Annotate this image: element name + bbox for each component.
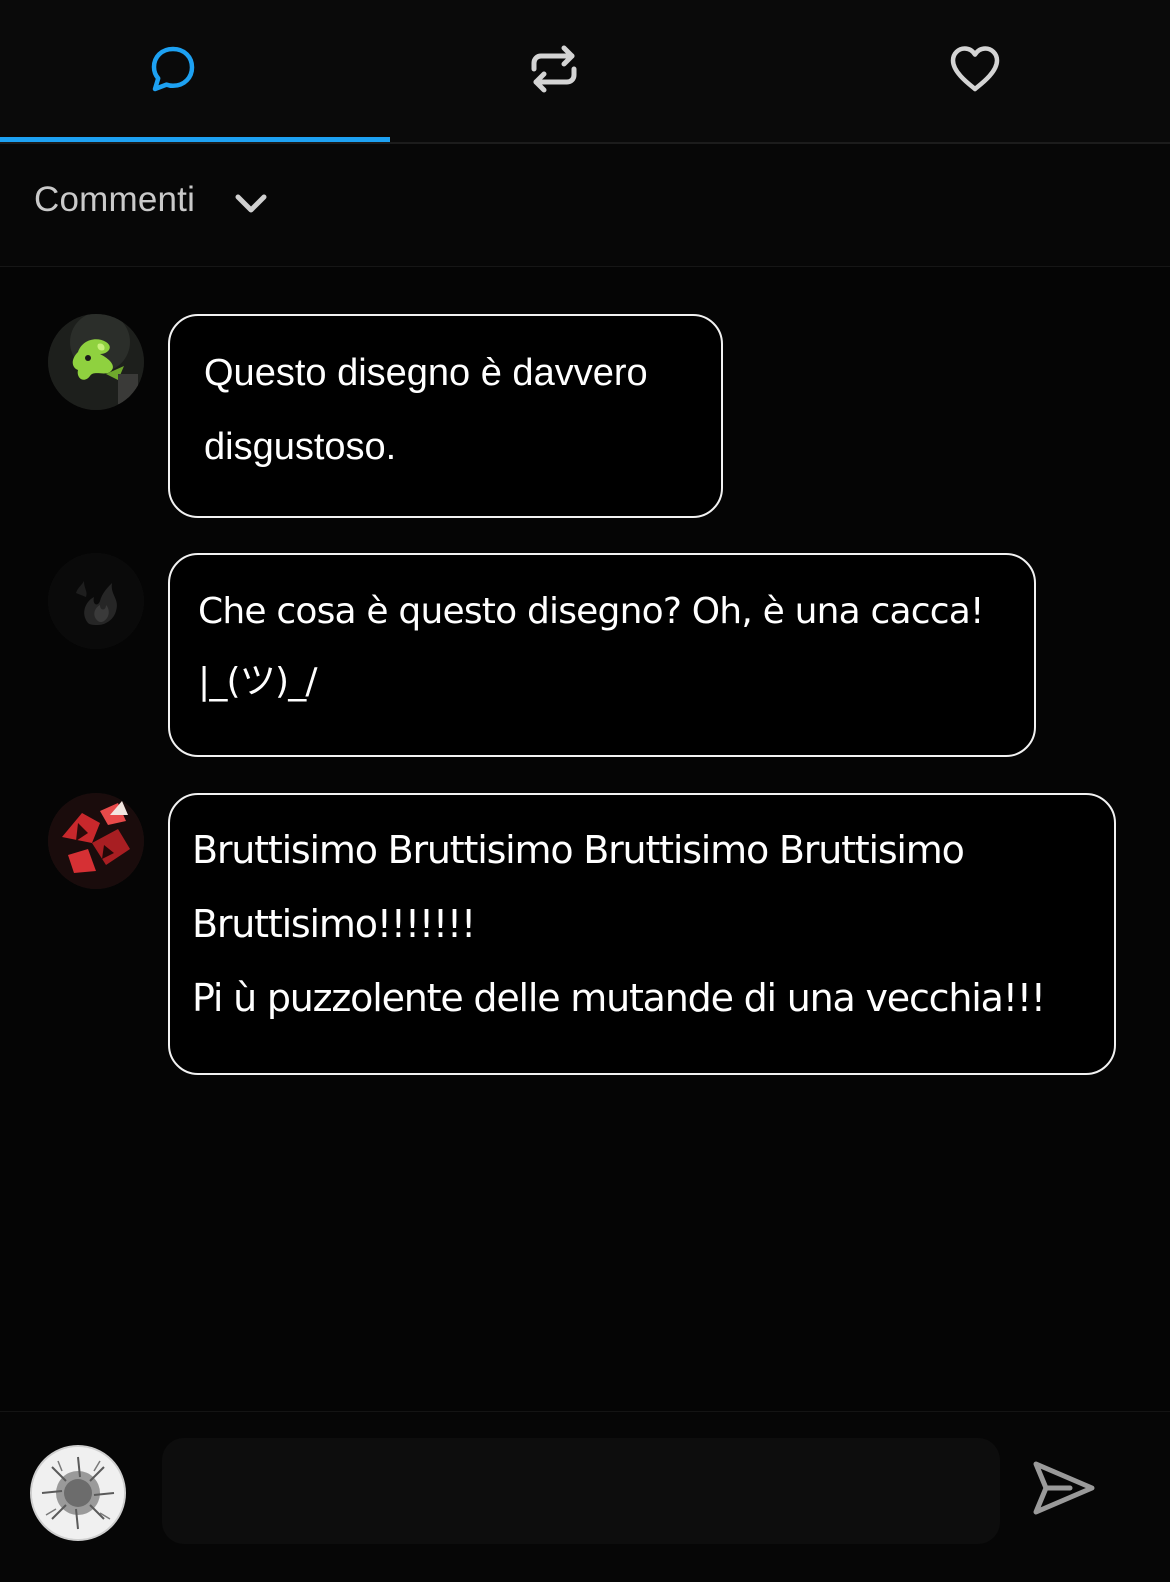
section-title: Commenti bbox=[34, 180, 196, 219]
avatar[interactable] bbox=[48, 553, 144, 649]
comment-input[interactable] bbox=[162, 1438, 1000, 1544]
comment-bubble: Che cosa è questo disegno? Oh, è una cac… bbox=[168, 553, 1036, 757]
comment-text: Che cosa è questo disegno? Oh, è una cac… bbox=[198, 591, 984, 702]
chevron-down-icon[interactable] bbox=[234, 192, 268, 216]
comment-icon bbox=[147, 43, 199, 100]
comment-text: Questo disegno è davvero disgustoso. bbox=[204, 352, 648, 468]
repost-icon bbox=[526, 41, 582, 102]
current-user-avatar[interactable] bbox=[30, 1445, 126, 1541]
comment-bubble: Bruttisimo Bruttisimo Bruttisimo Bruttis… bbox=[168, 793, 1116, 1075]
tab-likes[interactable] bbox=[780, 0, 1170, 142]
heart-icon bbox=[947, 43, 1003, 100]
send-button[interactable] bbox=[1030, 1454, 1100, 1524]
comment-bubble: Questo disegno è davvero disgustoso. bbox=[168, 314, 723, 518]
tab-comments[interactable] bbox=[0, 0, 390, 142]
tab-bar bbox=[0, 0, 1170, 144]
comment-composer bbox=[0, 1411, 1170, 1582]
comments-section-header: Commenti bbox=[0, 144, 1170, 267]
avatar[interactable] bbox=[48, 314, 144, 410]
active-tab-indicator bbox=[0, 137, 390, 142]
avatar[interactable] bbox=[48, 793, 144, 889]
tab-reposts[interactable] bbox=[390, 0, 780, 142]
send-icon bbox=[1030, 1461, 1100, 1528]
comment-text: Bruttisimo Bruttisimo Bruttisimo Bruttis… bbox=[192, 828, 1046, 1020]
